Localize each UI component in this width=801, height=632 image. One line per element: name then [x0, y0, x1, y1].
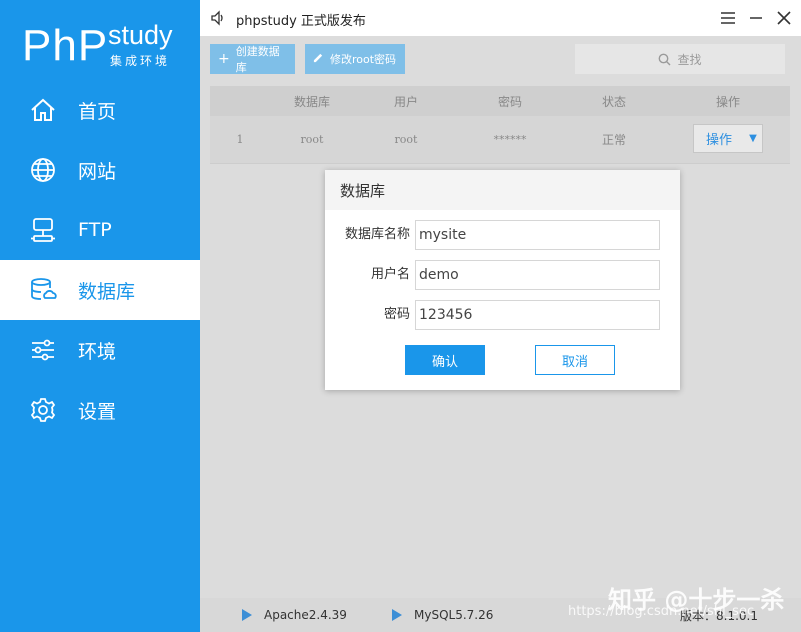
column-header-password: 密码: [497, 94, 522, 109]
logo-php-text: PhP: [22, 21, 109, 70]
row-user: root: [394, 133, 418, 146]
sidebar-item-environment[interactable]: 环境: [0, 320, 200, 380]
service-mysql-label: MySQL5.7.26: [414, 608, 494, 622]
sidebar-item-ftp[interactable]: FTP: [0, 200, 200, 260]
database-name-input[interactable]: [415, 220, 660, 250]
row-status: 正常: [601, 133, 626, 147]
plus-icon: +: [218, 51, 230, 67]
search-icon: [658, 53, 671, 66]
username-label: 用户名: [370, 267, 410, 282]
form-row-password: 密码: [325, 300, 680, 330]
password-label: 密码: [383, 307, 410, 322]
menu-icon[interactable]: [718, 8, 738, 28]
chevron-down-icon[interactable]: ▼: [744, 133, 762, 144]
sidebar-item-label: 设置: [78, 400, 117, 423]
row-action-button[interactable]: 操作 ▼: [693, 124, 763, 153]
column-header-user: 用户: [393, 94, 418, 109]
column-header-status: 状态: [601, 94, 626, 109]
logo-subtitle: 集成环境: [110, 54, 171, 68]
search-placeholder: 查找: [677, 52, 702, 67]
database-dialog: 数据库 数据库名称 用户名 密码 确认 取消: [325, 170, 680, 390]
table-header: 数据库 用户 密码 状态 操作: [210, 86, 790, 116]
gear-icon: [28, 395, 58, 425]
search-input[interactable]: 查找: [575, 44, 785, 74]
sidebar: PhP study 集成环境 首页 网站 FTP 数据库 环境 设置: [0, 0, 200, 632]
row-database: root: [300, 133, 324, 146]
title-bar: phpstudy 正式版发布: [200, 0, 801, 36]
modify-root-password-label: 修改root密码: [330, 53, 397, 66]
service-apache-label: Apache2.4.39: [264, 608, 347, 622]
password-input[interactable]: [415, 300, 660, 330]
row-password: ******: [493, 133, 527, 146]
form-row-database-name: 数据库名称: [325, 220, 680, 250]
window-title: phpstudy 正式版发布: [236, 14, 366, 29]
watermark-csdn: https://blog.csdn.net/shi_sec: [568, 604, 755, 619]
sidebar-item-home[interactable]: 首页: [0, 80, 200, 140]
service-mysql[interactable]: MySQL5.7.26: [392, 598, 493, 632]
service-apache[interactable]: Apache2.4.39: [242, 598, 347, 632]
confirm-button[interactable]: 确认: [405, 345, 485, 375]
logo: PhP study 集成环境: [22, 18, 192, 78]
table-row: 1 root root ****** 正常 操作 ▼: [210, 116, 790, 164]
sidebar-item-label: 数据库: [78, 280, 136, 303]
database-icon: [28, 275, 58, 305]
sidebar-nav: 首页 网站 FTP 数据库 环境 设置: [0, 80, 200, 440]
sidebar-item-settings[interactable]: 设置: [0, 380, 200, 440]
sliders-icon: [28, 335, 58, 365]
cancel-button[interactable]: 取消: [535, 345, 615, 375]
play-icon: [392, 609, 402, 621]
create-database-label: 创建数据库: [235, 45, 280, 74]
username-input[interactable]: [415, 260, 660, 290]
row-index: 1: [236, 133, 244, 146]
column-header-action: 操作: [715, 94, 740, 109]
database-name-label: 数据库名称: [344, 227, 410, 242]
modify-root-password-button[interactable]: 修改root密码: [305, 44, 405, 74]
main-panel: phpstudy 正式版发布 + 创建数据库 修改root密码 查找 数据库 用…: [200, 0, 801, 632]
globe-icon: [28, 155, 58, 185]
ftp-server-icon: [28, 215, 58, 245]
minimize-icon[interactable]: [746, 8, 766, 28]
sidebar-item-label: 首页: [78, 100, 117, 123]
dialog-title: 数据库: [325, 170, 680, 210]
sidebar-item-website[interactable]: 网站: [0, 140, 200, 200]
form-row-username: 用户名: [325, 260, 680, 290]
sidebar-item-label: 环境: [78, 340, 117, 363]
sidebar-item-label: FTP: [78, 219, 112, 241]
create-database-button[interactable]: + 创建数据库: [210, 44, 295, 74]
logo-study-text: study: [108, 20, 173, 50]
sidebar-item-label: 网站: [78, 160, 117, 183]
speaker-icon[interactable]: [210, 10, 226, 26]
play-icon: [242, 609, 252, 621]
sidebar-item-database[interactable]: 数据库: [0, 260, 200, 320]
row-action-label: 操作: [705, 133, 732, 148]
column-header-database: 数据库: [293, 94, 330, 109]
close-icon[interactable]: [774, 8, 794, 28]
home-icon: [28, 95, 58, 125]
pencil-icon: [313, 52, 324, 66]
